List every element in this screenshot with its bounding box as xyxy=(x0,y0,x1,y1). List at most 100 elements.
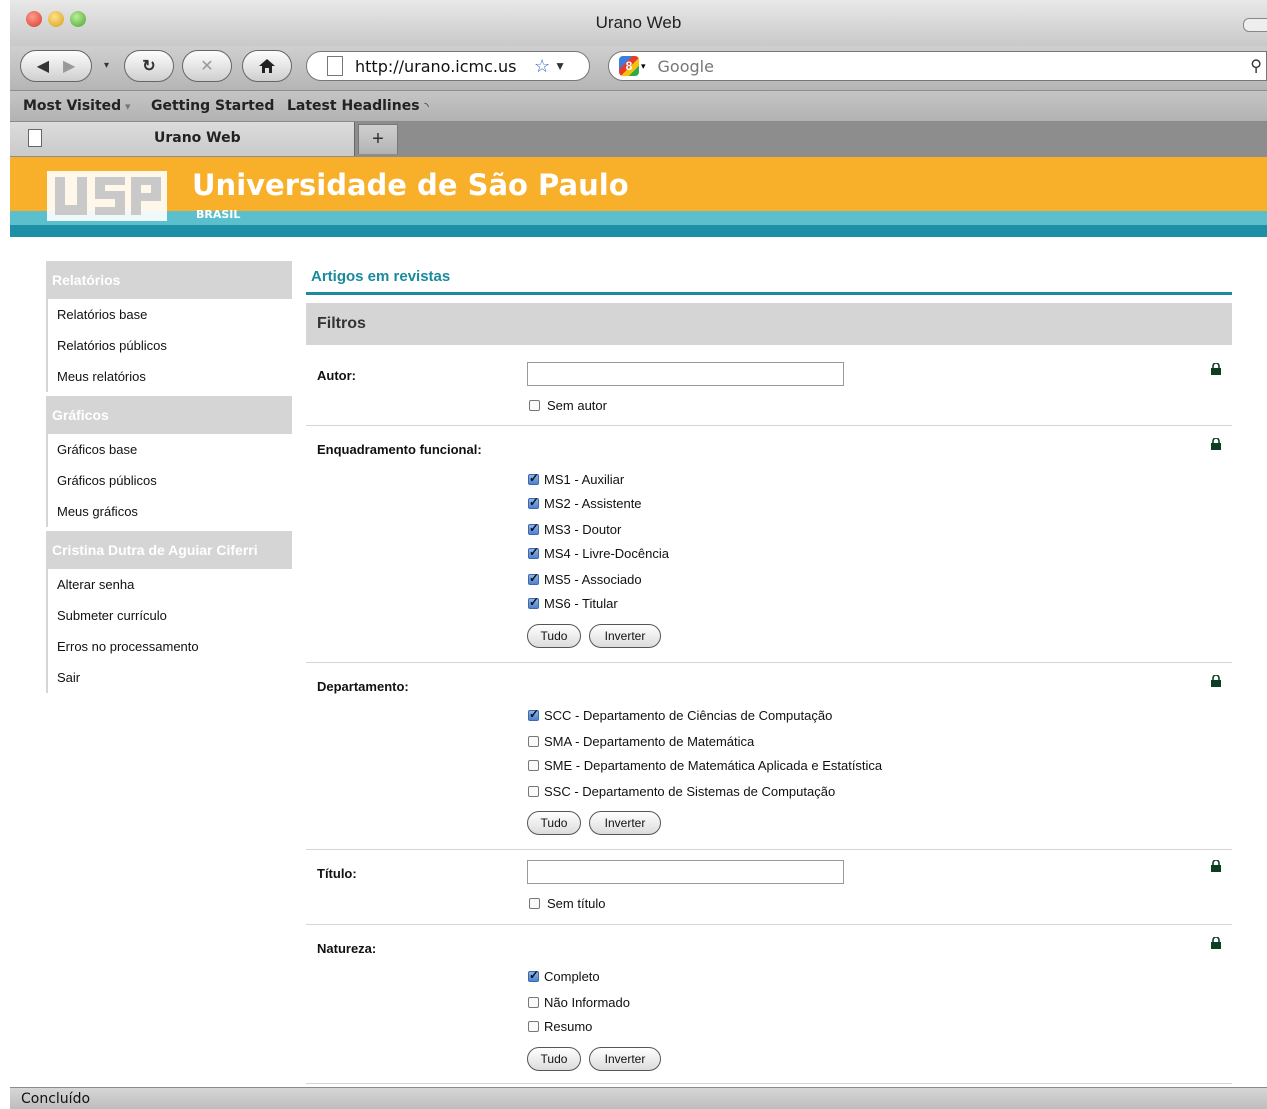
titulo-label: Título: xyxy=(317,866,357,881)
sidebar-item-graficos-publicos[interactable]: Gráficos públicos xyxy=(48,465,292,496)
toolbar-toggle-button[interactable] xyxy=(1243,18,1267,32)
back-arrow-icon[interactable]: ◀ xyxy=(37,56,49,76)
search-placeholder[interactable]: Google xyxy=(658,57,714,76)
history-dropdown-icon[interactable]: ▾ xyxy=(104,60,109,71)
back-forward-buttons[interactable]: ◀ ▶ xyxy=(20,50,92,82)
tab-strip: Urano Web + xyxy=(10,122,1267,157)
lock-icon[interactable] xyxy=(1210,860,1222,872)
no-title-checkbox[interactable]: Sem título xyxy=(529,896,606,911)
titulo-input[interactable] xyxy=(527,860,844,884)
option-completo[interactable]: Completo xyxy=(528,968,600,984)
sidebar-item-sair[interactable]: Sair xyxy=(48,662,292,693)
sidebar-item-relatorios-base[interactable]: Relatórios base xyxy=(48,299,292,330)
bookmark-star-icon[interactable]: ☆ xyxy=(534,56,550,77)
author-label: Autor: xyxy=(317,368,356,383)
sidebar-item-submeter-curriculo[interactable]: Submeter currículo xyxy=(48,600,292,631)
option-label: MS5 - Associado xyxy=(544,572,642,587)
select-all-button[interactable]: Tudo xyxy=(527,624,581,648)
option-ms6[interactable]: MS6 - Titular xyxy=(528,595,618,611)
lock-icon[interactable] xyxy=(1210,438,1222,450)
stop-icon: ✕ xyxy=(200,58,214,75)
lock-icon[interactable] xyxy=(1210,937,1222,949)
checkbox-checked[interactable] xyxy=(528,545,539,559)
option-ms2[interactable]: MS2 - Assistente xyxy=(528,495,642,511)
search-engine-dropdown-icon[interactable]: ▾ xyxy=(641,61,646,72)
bookmarks-bar: Most Visited ▾ Getting Started Latest He… xyxy=(10,91,1267,122)
select-all-button[interactable]: Tudo xyxy=(527,1047,581,1071)
author-input[interactable] xyxy=(527,362,844,386)
select-all-button[interactable]: Tudo xyxy=(527,811,581,835)
option-ms4[interactable]: MS4 - Livre-Docência xyxy=(528,545,669,561)
sidebar-list-user: Alterar senha Submeter currículo Erros n… xyxy=(46,569,292,693)
sidebar-item-erros-processamento[interactable]: Erros no processamento xyxy=(48,631,292,662)
sidebar-item-meus-graficos[interactable]: Meus gráficos xyxy=(48,496,292,527)
bookmark-most-visited[interactable]: Most Visited ▾ xyxy=(23,98,131,114)
reload-button[interactable]: ↻ xyxy=(124,50,174,82)
option-ms3[interactable]: MS3 - Doutor xyxy=(528,521,622,537)
google-engine-icon[interactable]: 8 xyxy=(619,56,639,76)
checkbox-box[interactable] xyxy=(528,997,539,1008)
checkbox-box[interactable] xyxy=(528,760,539,771)
tab-label: Urano Web xyxy=(154,130,241,146)
option-label: Resumo xyxy=(544,1019,593,1034)
home-button[interactable] xyxy=(242,50,292,82)
option-ms1[interactable]: MS1 - Auxiliar xyxy=(528,471,624,487)
option-scc[interactable]: SCC - Departamento de Ciências de Comput… xyxy=(528,707,832,723)
option-sma[interactable]: SMA - Departamento de Matemática xyxy=(528,734,754,749)
url-text[interactable]: http://urano.icmc.us xyxy=(355,57,530,76)
page-content: Universidade de São Paulo BRASIL Relatór… xyxy=(10,157,1267,1087)
bookmark-latest-headlines[interactable]: Latest Headlines ◝ xyxy=(287,98,429,114)
checkbox-box[interactable] xyxy=(528,1021,539,1032)
option-sme[interactable]: SME - Departamento de Matemática Aplicad… xyxy=(528,758,882,773)
option-nao-informado[interactable]: Não Informado xyxy=(528,995,630,1010)
option-label: MS2 - Assistente xyxy=(544,496,642,511)
invert-button[interactable]: Inverter xyxy=(589,624,661,648)
search-icon[interactable]: ⚲ xyxy=(1250,56,1262,76)
checkbox-box[interactable] xyxy=(529,898,540,909)
bookmark-getting-started[interactable]: Getting Started xyxy=(151,98,274,114)
window-title: Urano Web xyxy=(595,13,682,32)
checkbox-box[interactable] xyxy=(528,786,539,797)
new-tab-button[interactable]: + xyxy=(358,124,398,154)
sidebar-list-graficos: Gráficos base Gráficos públicos Meus grá… xyxy=(46,434,292,527)
page-title: Artigos em revistas xyxy=(306,261,1232,295)
option-label: MS3 - Doutor xyxy=(544,522,622,537)
browser-window: Urano Web ◀ ▶ ▾ ↻ ✕ http://urano.icmc.us… xyxy=(10,0,1267,1109)
usp-logo xyxy=(47,171,167,221)
sidebar-item-meus-relatorios[interactable]: Meus relatórios xyxy=(48,361,292,392)
option-ms5[interactable]: MS5 - Associado xyxy=(528,571,642,587)
no-author-label: Sem autor xyxy=(547,398,607,413)
invert-button[interactable]: Inverter xyxy=(589,1047,661,1071)
checkbox-checked[interactable] xyxy=(528,471,539,485)
sidebar-item-alterar-senha[interactable]: Alterar senha xyxy=(48,569,292,600)
country-label: BRASIL xyxy=(196,208,241,221)
tab-urano-web[interactable]: Urano Web xyxy=(10,122,355,156)
checkbox-checked[interactable] xyxy=(528,595,539,609)
filters-header: Filtros xyxy=(306,303,1232,345)
stop-button[interactable]: ✕ xyxy=(182,50,232,82)
lock-icon[interactable] xyxy=(1210,363,1222,375)
option-ssc[interactable]: SSC - Departamento de Sistemas de Comput… xyxy=(528,784,835,799)
checkbox-box[interactable] xyxy=(529,400,540,411)
checkbox-checked[interactable] xyxy=(528,521,539,535)
no-author-checkbox[interactable]: Sem autor xyxy=(529,398,607,413)
url-dropdown-icon[interactable]: ▼ xyxy=(554,59,566,73)
checkbox-checked[interactable] xyxy=(528,968,539,982)
sidebar-item-relatorios-publicos[interactable]: Relatórios públicos xyxy=(48,330,292,361)
no-title-label: Sem título xyxy=(547,896,606,911)
sidebar-item-graficos-base[interactable]: Gráficos base xyxy=(48,434,292,465)
option-label: Completo xyxy=(544,969,600,984)
filter-author: Autor: Sem autor xyxy=(306,345,1232,426)
option-label: SMA - Departamento de Matemática xyxy=(544,734,755,749)
option-resumo[interactable]: Resumo xyxy=(528,1019,592,1034)
natureza-label: Natureza: xyxy=(317,941,377,956)
forward-arrow-icon[interactable]: ▶ xyxy=(63,56,75,76)
lock-icon[interactable] xyxy=(1210,675,1222,687)
url-bar[interactable]: http://urano.icmc.us ☆ ▼ xyxy=(306,51,590,81)
search-bar[interactable]: 8 ▾ Google ⚲ xyxy=(608,51,1267,81)
invert-button[interactable]: Inverter xyxy=(589,811,661,835)
checkbox-checked[interactable] xyxy=(528,495,539,509)
checkbox-checked[interactable] xyxy=(528,571,539,585)
checkbox-box[interactable] xyxy=(528,736,539,747)
checkbox-checked[interactable] xyxy=(528,707,539,721)
